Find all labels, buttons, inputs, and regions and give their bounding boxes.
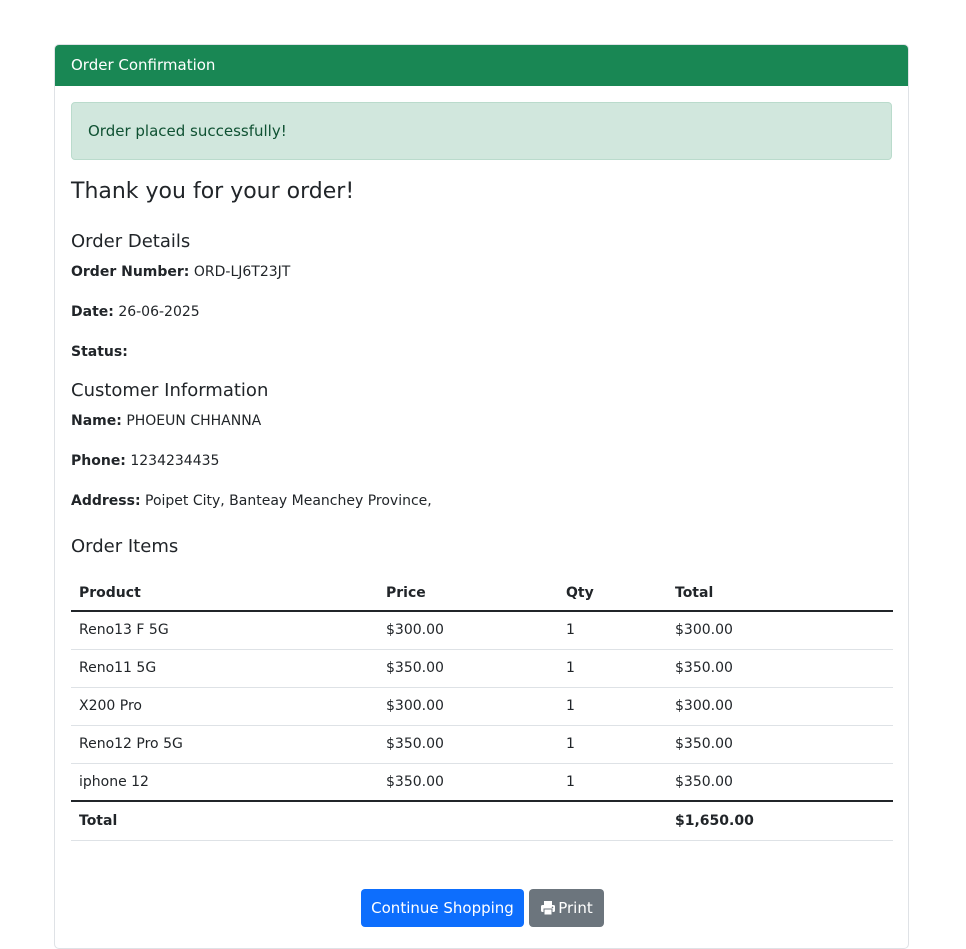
order-date-line: Date: 26-06-2025 [71,302,892,322]
item-total: $300.00 [667,687,893,726]
order-status-label: Status: [71,344,128,360]
success-alert: Order placed successfully! [71,102,892,160]
item-total: $300.00 [667,611,893,650]
order-number-value: ORD-LJ6T23JT [193,264,291,280]
print-icon [540,900,556,916]
card-header-title: Order Confirmation [55,45,908,86]
item-qty: 1 [558,611,667,650]
item-product: iphone 12 [71,763,378,802]
table-row: Reno13 F 5G $300.00 1 $300.00 [71,611,893,650]
total-row: Total $1,650.00 [71,801,893,841]
item-total: $350.00 [667,725,893,764]
item-price: $350.00 [378,649,558,688]
customer-phone-value: 1234234435 [130,453,220,469]
column-header-product: Product [71,575,378,612]
order-date-label: Date: [71,304,114,320]
table-header-row: Product Price Qty Total [71,575,893,612]
order-number-line: Order Number: ORD-LJ6T23JT [71,262,892,282]
print-button-label: Print [558,899,593,917]
customer-address-value: Poipet City, Banteay Meanchey Province, [145,493,432,509]
order-status-line: Status: [71,342,892,362]
item-total: $350.00 [667,763,893,802]
item-price: $300.00 [378,687,558,726]
continue-shopping-button[interactable]: Continue Shopping [361,889,524,927]
item-product: X200 Pro [71,687,378,726]
thank-you-heading: Thank you for your order! [71,179,355,204]
table-row: Reno12 Pro 5G $350.00 1 $350.00 [71,725,893,764]
table-row: Reno11 5G $350.00 1 $350.00 [71,649,893,688]
item-product: Reno13 F 5G [71,611,378,650]
item-total: $350.00 [667,649,893,688]
column-header-price: Price [378,575,558,612]
order-items-title: Order Items [71,536,179,557]
customer-phone-line: Phone: 1234234435 [71,451,892,471]
card-body: Order placed successfully! Thank you for… [55,86,908,857]
item-qty: 1 [558,649,667,688]
column-header-total: Total [667,575,893,612]
customer-address-line: Address: Poipet City, Banteay Meanchey P… [71,491,892,511]
total-label: Total [71,801,378,841]
item-product: Reno11 5G [71,649,378,688]
item-qty: 1 [558,763,667,802]
order-details-title: Order Details [71,231,191,252]
order-number-label: Order Number: [71,264,190,280]
item-price: $350.00 [378,763,558,802]
order-items-table: Product Price Qty Total Reno13 F 5G $300… [71,575,893,841]
order-confirmation-card: Order Confirmation Order placed successf… [54,44,909,949]
customer-address-label: Address: [71,493,141,509]
order-date-value: 26-06-2025 [118,304,200,320]
action-buttons: Continue Shopping Print [361,889,604,927]
item-qty: 1 [558,687,667,726]
table-row: iphone 12 $350.00 1 $350.00 [71,763,893,802]
customer-name-value: PHOEUN CHHANNA [126,413,262,429]
item-price: $350.00 [378,725,558,764]
item-product: Reno12 Pro 5G [71,725,378,764]
grand-total-value: $1,650.00 [667,801,893,841]
customer-name-line: Name: PHOEUN CHHANNA [71,411,892,431]
column-header-qty: Qty [558,575,667,612]
item-price: $300.00 [378,611,558,650]
customer-info-title: Customer Information [71,380,269,401]
print-button[interactable]: Print [529,889,604,927]
customer-name-label: Name: [71,413,122,429]
customer-phone-label: Phone: [71,453,126,469]
table-row: X200 Pro $300.00 1 $300.00 [71,687,893,726]
item-qty: 1 [558,725,667,764]
